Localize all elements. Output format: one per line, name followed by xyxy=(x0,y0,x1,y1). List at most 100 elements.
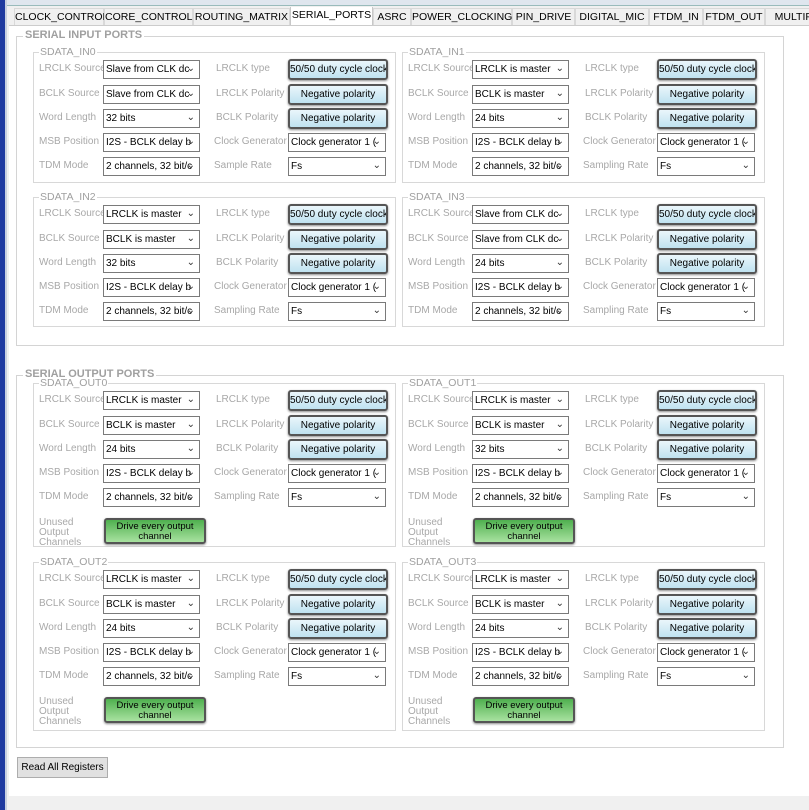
bclk-source-select[interactable]: BCLK is master ⌄ xyxy=(472,595,569,614)
bclk-polarity-button[interactable]: Negative polarity xyxy=(288,108,388,129)
lrclk-type-button[interactable]: 50/50 duty cycle clock xyxy=(657,204,757,225)
word-length-select[interactable]: 24 bits ⌄ xyxy=(472,254,569,273)
lrclk-polarity-button[interactable]: Negative polarity xyxy=(288,84,388,105)
rate-select[interactable]: Fs ⌄ xyxy=(288,667,386,686)
bclk-source-select[interactable]: BCLK is master ⌄ xyxy=(103,595,200,614)
tdm-mode-select[interactable]: 2 channels, 32 bit/c ⌄ xyxy=(472,157,569,176)
rate-select[interactable]: Fs ⌄ xyxy=(288,302,386,321)
tdm-mode-select[interactable]: 2 channels, 32 bit/c ⌄ xyxy=(472,302,569,321)
lrclk-source-select[interactable]: LRCLK is master ⌄ xyxy=(472,570,569,589)
msb-position-select[interactable]: I2S - BCLK delay b ⌄ xyxy=(103,278,200,297)
word-length-select[interactable]: 24 bits ⌄ xyxy=(472,109,569,128)
tab-clock-control[interactable]: CLOCK_CONTROL xyxy=(14,8,108,25)
msb-position-select[interactable]: I2S - BCLK delay b ⌄ xyxy=(472,278,569,297)
clock-generator-select[interactable]: Clock generator 1 (⌄ xyxy=(288,643,386,662)
drive-every-output-button[interactable]: Drive every output channel xyxy=(104,518,206,544)
bclk-source-select[interactable]: Slave from CLK dc ⌄ xyxy=(103,85,200,104)
tdm-mode-select[interactable]: 2 channels, 32 bit/c ⌄ xyxy=(103,302,200,321)
lrclk-type-button[interactable]: 50/50 duty cycle clock xyxy=(288,204,388,225)
bclk-source-select[interactable]: BCLK is master ⌄ xyxy=(472,85,569,104)
clock-generator-select[interactable]: Clock generator 1 (⌄ xyxy=(657,464,755,483)
chevron-down-icon: ⌄ xyxy=(186,622,195,633)
tdm-mode-select[interactable]: 2 channels, 32 bit/c ⌄ xyxy=(103,667,200,686)
msb-position-select[interactable]: I2S - BCLK delay b ⌄ xyxy=(472,464,569,483)
bclk-polarity-button[interactable]: Negative polarity xyxy=(288,439,388,460)
bclk-polarity-button[interactable]: Negative polarity xyxy=(288,253,388,274)
word-length-select[interactable]: 32 bits ⌄ xyxy=(472,440,569,459)
msb-position-select[interactable]: I2S - BCLK delay b ⌄ xyxy=(103,133,200,152)
tab-routing-matrix[interactable]: ROUTING_MATRIX xyxy=(193,8,290,25)
lrclk-polarity-button[interactable]: Negative polarity xyxy=(288,229,388,250)
bclk-source-select[interactable]: BCLK is master ⌄ xyxy=(103,230,200,249)
clock-generator-select[interactable]: Clock generator 1 (⌄ xyxy=(288,464,386,483)
bclk-source-select[interactable]: BCLK is master ⌄ xyxy=(103,416,200,435)
bclk-polarity-button[interactable]: Negative polarity xyxy=(657,439,757,460)
word-length-select[interactable]: 24 bits ⌄ xyxy=(103,619,200,638)
lrclk-polarity-button[interactable]: Negative polarity xyxy=(657,415,757,436)
rate-select[interactable]: Fs ⌄ xyxy=(288,157,386,176)
lrclk-type-button[interactable]: 50/50 duty cycle clock xyxy=(657,59,757,80)
word-length-select[interactable]: 32 bits ⌄ xyxy=(103,109,200,128)
clock-generator-select[interactable]: Clock generator 1 (⌄ xyxy=(657,133,755,152)
drive-every-output-button[interactable]: Drive every output channel xyxy=(473,518,575,544)
tdm-mode-select[interactable]: 2 channels, 32 bit/c ⌄ xyxy=(103,157,200,176)
drive-every-output-button[interactable]: Drive every output channel xyxy=(473,697,575,723)
clock-generator-select[interactable]: Clock generator 1 (⌄ xyxy=(657,278,755,297)
lrclk-type-button[interactable]: 50/50 duty cycle clock xyxy=(288,59,388,80)
bclk-polarity-button[interactable]: Negative polarity xyxy=(288,618,388,639)
clock-generator-select[interactable]: Clock generator 1 (⌄ xyxy=(657,643,755,662)
lrclk-polarity-button[interactable]: Negative polarity xyxy=(288,594,388,615)
word-length-label: Word Length xyxy=(408,257,466,268)
bclk-source-select[interactable]: Slave from CLK dc ⌄ xyxy=(472,230,569,249)
rate-select[interactable]: Fs ⌄ xyxy=(657,302,755,321)
clock-generator-select[interactable]: Clock generator 1 (⌄ xyxy=(288,133,386,152)
lrclk-type-button[interactable]: 50/50 duty cycle clock xyxy=(288,569,388,590)
tdm-mode-select[interactable]: 2 channels, 32 bit/c ⌄ xyxy=(472,667,569,686)
bclk-source-select[interactable]: BCLK is master ⌄ xyxy=(472,416,569,435)
lrclk-source-select[interactable]: LRCLK is master ⌄ xyxy=(103,205,200,224)
tab-pin-drive[interactable]: PIN_DRIVE xyxy=(512,8,575,25)
tdm-mode-select[interactable]: 2 channels, 32 bit/c ⌄ xyxy=(472,488,569,507)
lrclk-source-select[interactable]: LRCLK is master ⌄ xyxy=(103,391,200,410)
tab-digital-mic[interactable]: DIGITAL_MIC xyxy=(575,8,649,25)
lrclk-source-select[interactable]: Slave from CLK dc ⌄ xyxy=(472,205,569,224)
tab-ftdm-out[interactable]: FTDM_OUT xyxy=(703,8,765,25)
lrclk-source-select[interactable]: LRCLK is master ⌄ xyxy=(472,391,569,410)
drive-every-output-button[interactable]: Drive every output channel xyxy=(104,697,206,723)
tab-ftdm-in[interactable]: FTDM_IN xyxy=(649,8,703,25)
msb-position-select[interactable]: I2S - BCLK delay b ⌄ xyxy=(103,464,200,483)
rate-select[interactable]: Fs ⌄ xyxy=(657,667,755,686)
tab-power-clocking[interactable]: POWER_CLOCKING xyxy=(411,8,512,25)
lrclk-source-select[interactable]: Slave from CLK dc ⌄ xyxy=(103,60,200,79)
lrclk-type-button[interactable]: 50/50 duty cycle clock xyxy=(288,390,388,411)
lrclk-polarity-button[interactable]: Negative polarity xyxy=(657,84,757,105)
msb-position-select[interactable]: I2S - BCLK delay b ⌄ xyxy=(103,643,200,662)
lrclk-source-select[interactable]: LRCLK is master ⌄ xyxy=(472,60,569,79)
word-length-select[interactable]: 24 bits ⌄ xyxy=(103,440,200,459)
bclk-polarity-button[interactable]: Negative polarity xyxy=(657,253,757,274)
rate-select[interactable]: Fs ⌄ xyxy=(657,157,755,176)
lrclk-source-select[interactable]: LRCLK is master ⌄ xyxy=(103,570,200,589)
lrclk-polarity-button[interactable]: Negative polarity xyxy=(657,594,757,615)
bclk-polarity-button[interactable]: Negative polarity xyxy=(657,108,757,129)
rate-select[interactable]: Fs ⌄ xyxy=(288,488,386,507)
lrclk-polarity-button[interactable]: Negative polarity xyxy=(657,229,757,250)
lrclk-type-button[interactable]: 50/50 duty cycle clock xyxy=(657,390,757,411)
bclk-polarity-button[interactable]: Negative polarity xyxy=(657,618,757,639)
word-length-select[interactable]: 24 bits ⌄ xyxy=(472,619,569,638)
lrclk-polarity-button[interactable]: Negative polarity xyxy=(288,415,388,436)
lrclk-type-button[interactable]: 50/50 duty cycle clock xyxy=(657,569,757,590)
select-value: Fs xyxy=(660,492,672,503)
tab-core-control[interactable]: CORE_CONTROL xyxy=(104,8,193,25)
tab-asrc[interactable]: ASRC xyxy=(373,8,411,25)
select-value: Clock generator 1 ( xyxy=(660,468,746,479)
clock-generator-select[interactable]: Clock generator 1 (⌄ xyxy=(288,278,386,297)
tdm-mode-select[interactable]: 2 channels, 32 bit/c ⌄ xyxy=(103,488,200,507)
tab-multipi[interactable]: MULTIPI xyxy=(765,8,809,25)
msb-position-select[interactable]: I2S - BCLK delay b ⌄ xyxy=(472,643,569,662)
rate-select[interactable]: Fs ⌄ xyxy=(657,488,755,507)
tab-serial-ports[interactable]: SERIAL_PORTS xyxy=(290,7,373,26)
read-all-registers-button[interactable]: Read All Registers xyxy=(17,757,108,778)
msb-position-select[interactable]: I2S - BCLK delay b ⌄ xyxy=(472,133,569,152)
word-length-select[interactable]: 32 bits ⌄ xyxy=(103,254,200,273)
